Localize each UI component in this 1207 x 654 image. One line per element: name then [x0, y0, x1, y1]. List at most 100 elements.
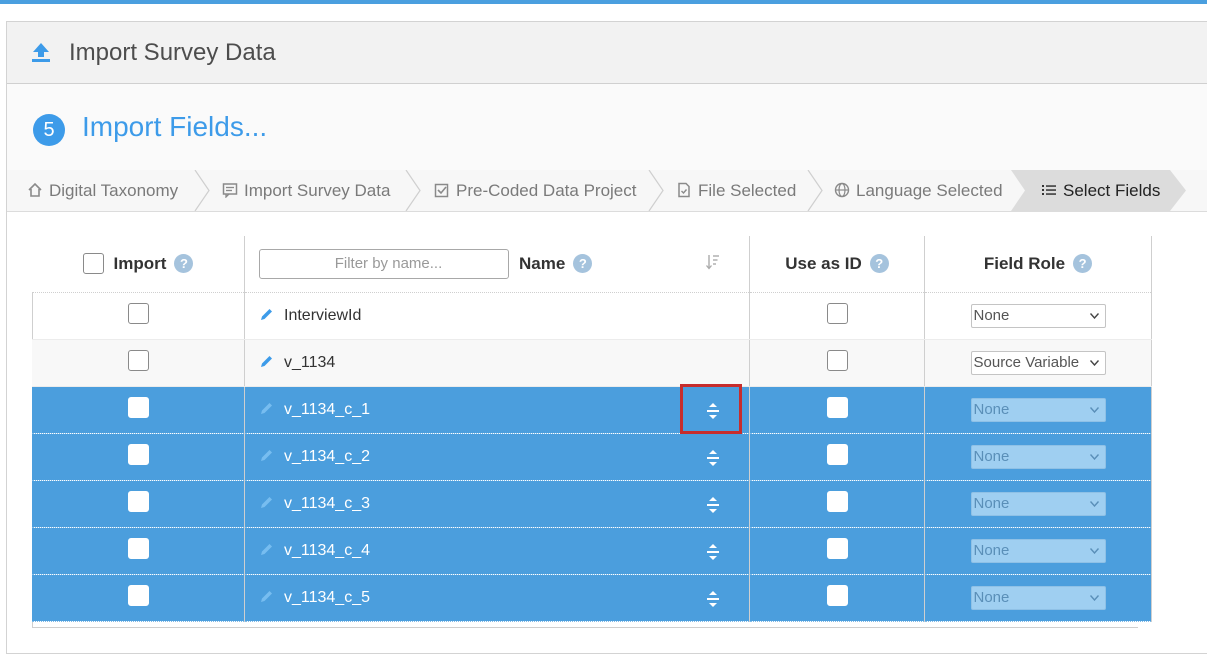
- chevron-down-icon: [1089, 312, 1099, 319]
- table-row[interactable]: v_1134_c_5 None: [32, 574, 1152, 622]
- table-row[interactable]: v_1134 Source Variable: [32, 339, 1152, 387]
- table-row[interactable]: InterviewId None: [32, 292, 1152, 340]
- import-cell: [32, 527, 245, 575]
- help-icon[interactable]: ?: [1073, 253, 1093, 273]
- field-role-value: None: [973, 541, 1010, 559]
- split-icon[interactable]: [706, 543, 720, 561]
- split-icon[interactable]: [706, 590, 720, 608]
- use-as-id-checkbox[interactable]: [826, 537, 848, 559]
- breadcrumb-label: Pre-Coded Data Project: [456, 181, 637, 200]
- step-area: 5 Import Fields...: [7, 84, 1207, 171]
- checkbox-icon: [434, 183, 449, 198]
- use-as-id-cell: [749, 433, 925, 481]
- import-checkbox[interactable]: [127, 490, 149, 512]
- breadcrumb-digital-taxonomy[interactable]: Digital Taxonomy: [27, 170, 178, 211]
- use-as-id-checkbox[interactable]: [826, 490, 848, 512]
- name-cell: InterviewId: [244, 292, 750, 340]
- field-role-select[interactable]: None: [970, 444, 1106, 469]
- name-column-header: Filter by name... Name?: [244, 236, 750, 292]
- chevron-down-icon: [1089, 547, 1099, 554]
- field-role-cell: None: [924, 433, 1152, 481]
- breadcrumb-import-survey-data[interactable]: Import Survey Data: [222, 170, 390, 211]
- field-role-cell: None: [924, 480, 1152, 528]
- breadcrumb: Digital Taxonomy Import Survey Data Pre-…: [7, 170, 1207, 212]
- pencil-icon[interactable]: [259, 589, 274, 604]
- pencil-icon[interactable]: [259, 542, 274, 557]
- use-as-id-checkbox[interactable]: [826, 443, 848, 465]
- split-icon[interactable]: [706, 402, 720, 420]
- name-cell: v_1134: [244, 339, 750, 387]
- fields-table: Import? Filter by name... Name? Use as I…: [32, 236, 1152, 622]
- chevron-down-icon: [1089, 359, 1099, 366]
- breadcrumb-language-selected[interactable]: Language Selected: [834, 170, 1003, 211]
- breadcrumb-file-selected[interactable]: File Selected: [676, 170, 796, 211]
- use-as-id-checkbox[interactable]: [826, 302, 848, 324]
- select-all-checkbox[interactable]: [82, 253, 104, 275]
- import-checkbox[interactable]: [127, 537, 149, 559]
- breadcrumb-pre-coded-data-project[interactable]: Pre-Coded Data Project: [434, 170, 636, 211]
- use-as-id-cell: [749, 386, 925, 434]
- split-icon[interactable]: [706, 496, 720, 514]
- table-row[interactable]: v_1134_c_4 None: [32, 527, 1152, 575]
- import-cell: [32, 292, 245, 340]
- name-cell: v_1134_c_2: [244, 433, 750, 481]
- field-name: v_1134_c_3: [284, 494, 370, 512]
- list-icon: [1042, 185, 1056, 195]
- field-role-select[interactable]: Source Variable: [970, 350, 1106, 375]
- name-cell: v_1134_c_1: [244, 386, 750, 434]
- pencil-icon[interactable]: [259, 495, 274, 510]
- import-checkbox[interactable]: [127, 396, 149, 418]
- field-name: v_1134: [284, 353, 336, 371]
- import-cell: [32, 339, 245, 387]
- pencil-icon[interactable]: [259, 354, 274, 369]
- import-checkbox[interactable]: [127, 584, 149, 606]
- chevron-right-icon: [194, 170, 210, 211]
- field-role-select[interactable]: None: [970, 397, 1106, 422]
- use-as-id-column-header: Use as ID?: [749, 236, 925, 292]
- name-header-label-group: Name?: [519, 254, 593, 274]
- help-icon[interactable]: ?: [869, 253, 889, 273]
- pencil-icon[interactable]: [259, 401, 274, 416]
- use-as-id-cell: [749, 574, 925, 622]
- field-role-select[interactable]: None: [970, 538, 1106, 563]
- split-icon[interactable]: [706, 449, 720, 467]
- table-row[interactable]: v_1134_c_1 None: [32, 386, 1152, 434]
- pencil-icon[interactable]: [259, 448, 274, 463]
- breadcrumb-label: Digital Taxonomy: [49, 181, 179, 200]
- field-role-value: None: [973, 588, 1010, 606]
- field-role-header-label: Field Role: [983, 253, 1066, 273]
- use-as-id-checkbox[interactable]: [826, 584, 848, 606]
- use-as-id-cell: [749, 527, 925, 575]
- breadcrumb-select-fields[interactable]: Select Fields: [1041, 170, 1160, 211]
- help-icon[interactable]: ?: [573, 254, 593, 273]
- import-cell: [32, 386, 245, 434]
- import-column-header: Import?: [32, 236, 245, 292]
- import-checkbox[interactable]: [127, 302, 149, 324]
- field-role-cell: None: [924, 574, 1152, 622]
- field-role-select[interactable]: None: [970, 491, 1106, 516]
- field-role-select[interactable]: None: [970, 585, 1106, 610]
- import-cell: [32, 574, 245, 622]
- field-role-value: None: [973, 400, 1010, 418]
- globe-icon: [834, 182, 850, 198]
- sort-icon[interactable]: [706, 254, 720, 270]
- step-number-badge: 5: [33, 114, 65, 146]
- filter-by-name-input[interactable]: Filter by name...: [259, 249, 509, 279]
- import-header-label: Import: [113, 254, 167, 274]
- name-header-label: Name: [519, 254, 566, 273]
- pencil-icon[interactable]: [259, 307, 274, 322]
- chevron-right-icon: [405, 170, 421, 211]
- chevron-down-icon: [1089, 406, 1099, 413]
- use-as-id-checkbox[interactable]: [826, 349, 848, 371]
- table-row[interactable]: v_1134_c_2 None: [32, 433, 1152, 481]
- table-row[interactable]: v_1134_c_3 None: [32, 480, 1152, 528]
- help-icon[interactable]: ?: [174, 254, 194, 274]
- field-role-select[interactable]: None: [970, 303, 1106, 328]
- import-checkbox[interactable]: [127, 349, 149, 371]
- import-checkbox[interactable]: [127, 443, 149, 465]
- name-cell: v_1134_c_3: [244, 480, 750, 528]
- use-as-id-checkbox[interactable]: [826, 396, 848, 418]
- chevron-down-icon: [1089, 594, 1099, 601]
- use-as-id-cell: [749, 480, 925, 528]
- survey-icon: [222, 183, 238, 198]
